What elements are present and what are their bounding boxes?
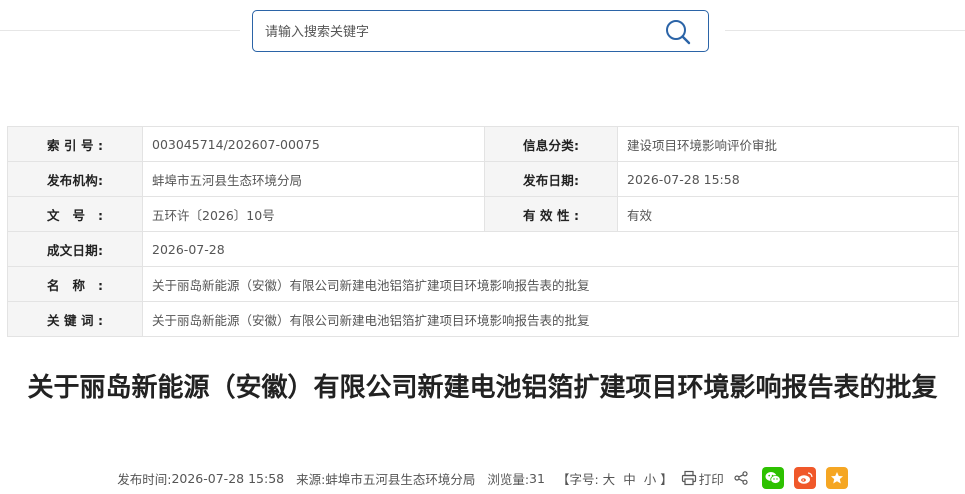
fontsize-medium-button[interactable]: 中	[623, 469, 636, 488]
views-label: 浏览量:	[487, 471, 530, 487]
share-icon[interactable]	[734, 471, 748, 485]
table-row: 成文日期: 2026-07-28	[7, 231, 959, 267]
publisher-value: 蚌埠市五河县生态环境分局	[142, 161, 485, 197]
keywords-label: 关键词:	[7, 301, 143, 337]
source-label: 来源:	[296, 471, 326, 487]
docno-value: 五环许〔2026〕10号	[142, 196, 485, 232]
search-icon[interactable]	[664, 18, 692, 46]
search-box	[252, 10, 709, 53]
article-meta: 发布时间: 2026-07-28 15:58 来源: 蚌埠市五河县生态环境分局 …	[0, 466, 965, 490]
table-row: 名称: 关于丽岛新能源（安徽）有限公司新建电池铝箔扩建项目环境影响报告表的批复	[7, 266, 959, 302]
created-label: 成文日期:	[7, 231, 143, 267]
docno-label: 文号:	[7, 196, 143, 232]
page-title: 关于丽岛新能源（安徽）有限公司新建电池铝箔扩建项目环境影响报告表的批复	[27, 373, 938, 403]
fontsize-suffix: 】	[660, 471, 673, 487]
created-value: 2026-07-28	[142, 231, 959, 267]
pubdate-label: 发布日期:	[484, 161, 618, 197]
table-row: 发布机构: 蚌埠市五河县生态环境分局 发布日期: 2026-07-28 15:5…	[7, 161, 959, 197]
index-label: 索引号:	[7, 126, 143, 162]
search-input[interactable]	[263, 11, 647, 53]
source-value: 蚌埠市五河县生态环境分局	[325, 471, 476, 487]
validity-label: 有效性:	[484, 196, 618, 232]
name-label: 名称:	[7, 266, 143, 302]
category-value: 建设项目环境影响评价审批	[617, 126, 959, 162]
fontsize-prefix: 【字号:	[556, 471, 599, 487]
category-label: 信息分类:	[484, 126, 618, 162]
info-table: 索引号: 003045714/202607-00075 信息分类: 建设项目环境…	[7, 126, 959, 337]
publish-time-label: 发布时间:	[117, 471, 172, 487]
divider-right	[725, 30, 965, 31]
table-row: 关键词: 关于丽岛新能源（安徽）有限公司新建电池铝箔扩建项目环境影响报告表的批复	[7, 301, 959, 337]
validity-value: 有效	[617, 196, 959, 232]
fontsize-small-button[interactable]: 小	[644, 469, 657, 488]
printer-icon[interactable]	[681, 470, 697, 486]
publisher-label: 发布机构:	[7, 161, 143, 197]
fontsize-large-button[interactable]: 大	[603, 469, 616, 488]
print-button[interactable]: 打印	[699, 469, 724, 488]
name-value: 关于丽岛新能源（安徽）有限公司新建电池铝箔扩建项目环境影响报告表的批复	[142, 266, 959, 302]
publish-time-value: 2026-07-28 15:58	[171, 470, 285, 486]
wechat-icon[interactable]	[761, 467, 784, 489]
divider-left	[0, 30, 240, 31]
table-row: 文号: 五环许〔2026〕10号 有效性: 有效	[7, 196, 959, 232]
keywords-value: 关于丽岛新能源（安徽）有限公司新建电池铝箔扩建项目环境影响报告表的批复	[142, 301, 959, 337]
weibo-icon[interactable]	[793, 467, 816, 489]
index-value: 003045714/202607-00075	[142, 126, 485, 162]
views-value: 31	[529, 470, 545, 486]
star-icon[interactable]	[825, 467, 848, 489]
pubdate-value: 2026-07-28 15:58	[617, 161, 959, 197]
table-row: 索引号: 003045714/202607-00075 信息分类: 建设项目环境…	[7, 126, 959, 162]
